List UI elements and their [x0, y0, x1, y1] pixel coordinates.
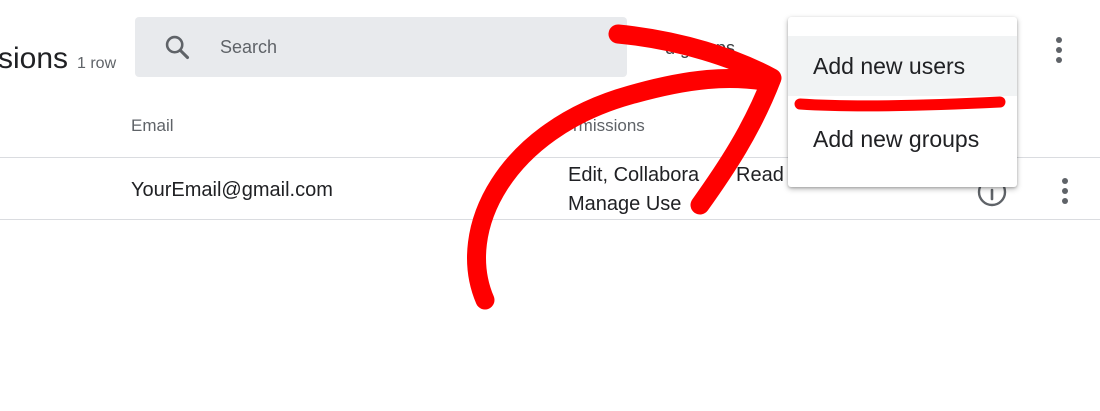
dot — [1062, 198, 1068, 204]
dot — [1056, 37, 1062, 43]
page-title: sions — [0, 42, 69, 75]
add-groups-label-hidden[interactable]: d groups — [665, 38, 735, 59]
permissions-cell-line1: Edit, Collabora — [568, 164, 700, 186]
search-icon — [165, 35, 190, 60]
add-menu-dropdown: Add new users Add new groups — [788, 17, 1017, 187]
dot — [1056, 57, 1062, 63]
column-header-email[interactable]: Email — [131, 116, 174, 136]
column-header-permissions[interactable]: rmissions — [573, 116, 645, 136]
email-cell: YourEmail@gmail.com — [131, 179, 333, 201]
more-vert-icon[interactable] — [1049, 34, 1069, 66]
dot — [1056, 47, 1062, 53]
search-input[interactable]: Search — [135, 17, 627, 77]
menu-item-add-new-users[interactable]: Add new users — [788, 36, 1017, 96]
permissions-cell-line2: Manage Use — [568, 193, 682, 215]
dot — [1062, 188, 1068, 194]
row-count: 1 row — [77, 55, 117, 72]
menu-item-add-new-groups[interactable]: Add new groups — [788, 109, 1017, 169]
search-placeholder: Search — [220, 37, 278, 57]
row-more-vert-icon[interactable] — [1055, 174, 1075, 208]
divider — [0, 219, 1100, 220]
dot — [1062, 178, 1068, 184]
